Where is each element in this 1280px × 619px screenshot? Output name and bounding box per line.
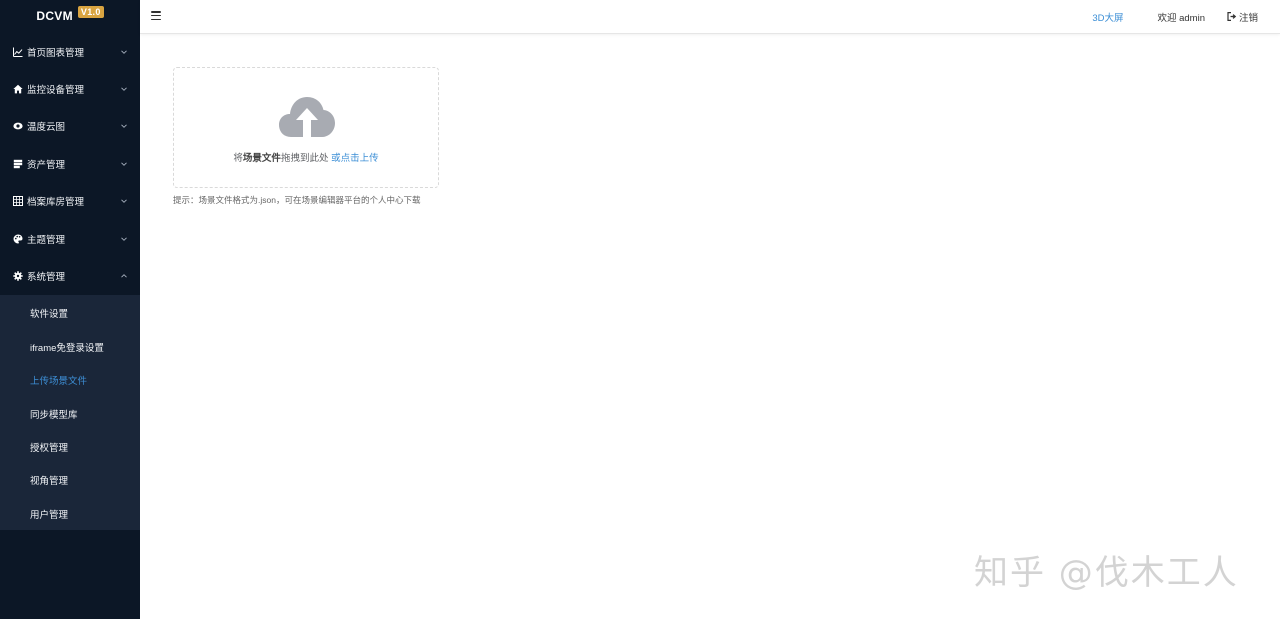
sidebar-item-label: 资产管理 — [27, 159, 66, 171]
sidebar-item-system[interactable]: 系统管理 — [0, 257, 140, 294]
logout-label: 注销 — [1238, 12, 1258, 24]
gear-icon — [13, 271, 23, 281]
upload-tip: 提示：场景文件格式为.json，可在场景编辑器平台的个人中心下载 — [173, 195, 421, 205]
submenu-item-software-settings[interactable]: 软件设置 — [0, 297, 140, 330]
upload-instruction: 将场景文件拖拽到此处 或点击上传 — [174, 150, 438, 164]
sidebar-item-label: 系统管理 — [27, 272, 66, 284]
submenu-item-license[interactable]: 授权管理 — [0, 430, 140, 463]
server-icon — [13, 159, 23, 169]
sidebar-item-label: 主题管理 — [27, 234, 66, 246]
chevron-up-icon — [121, 274, 127, 278]
sidebar: DCVM V1.0 首页图表管理 监控设备管理 温度云图 资产管理 档案库房管理… — [0, 0, 140, 619]
chevron-down-icon — [121, 237, 127, 241]
3d-screen-link[interactable]: 3D大屏 — [1092, 10, 1123, 24]
upload-text-middle: 拖拽到此处 — [280, 153, 332, 164]
home-icon — [13, 84, 23, 94]
palette-icon — [13, 234, 23, 244]
grid-icon — [13, 196, 23, 207]
submenu-item-sync-model-library[interactable]: 同步模型库 — [0, 397, 140, 430]
sidebar-menu: 首页图表管理 监控设备管理 温度云图 资产管理 档案库房管理 主题管理 系统管理… — [0, 33, 140, 531]
app-name: DCVM — [36, 9, 73, 23]
submenu-item-iframe-login[interactable]: iframe免登录设置 — [0, 330, 140, 363]
sidebar-item-theme[interactable]: 主题管理 — [0, 220, 140, 257]
watermark-text: 知乎 @伐木工人 — [974, 553, 1239, 593]
top-header: 3D大屏 欢迎 admin 注销 — [140, 0, 1280, 34]
sidebar-item-dashboard-charts[interactable]: 首页图表管理 — [0, 33, 140, 70]
chevron-down-icon — [121, 87, 127, 92]
logout-button[interactable]: 注销 — [1227, 10, 1258, 24]
scene-upload-dropzone[interactable]: 将场景文件拖拽到此处 或点击上传 — [173, 67, 439, 188]
app-logo[interactable]: DCVM V1.0 — [0, 0, 140, 32]
chevron-down-icon — [121, 124, 127, 129]
sidebar-item-label: 温度云图 — [27, 122, 66, 134]
chevron-down-icon — [121, 50, 127, 54]
sidebar-item-assets[interactable]: 资产管理 — [0, 145, 140, 182]
menu-toggle-icon[interactable] — [151, 11, 161, 21]
header-actions: 3D大屏 欢迎 admin 注销 — [1092, 0, 1258, 33]
submenu-item-upload-scene[interactable]: 上传场景文件 — [0, 364, 140, 397]
line-chart-icon — [13, 47, 23, 57]
submenu-item-users[interactable]: 用户管理 — [0, 497, 140, 530]
logout-icon — [1227, 12, 1237, 21]
chevron-down-icon — [121, 162, 127, 166]
welcome-text: 欢迎 admin — [1157, 12, 1205, 24]
upload-text-prefix: 将 — [233, 153, 243, 164]
sidebar-item-label: 监控设备管理 — [27, 85, 85, 97]
upload-text-emphasis: 场景文件 — [242, 153, 281, 164]
version-badge: V1.0 — [77, 6, 104, 18]
sidebar-item-archive-storage[interactable]: 档案库房管理 — [0, 183, 140, 220]
submenu-item-view-angle[interactable]: 视角管理 — [0, 464, 140, 497]
click-upload-link[interactable]: 或点击上传 — [331, 153, 379, 164]
sidebar-item-label: 档案库房管理 — [27, 197, 85, 209]
eye-icon — [13, 121, 23, 131]
cloud-upload-icon — [279, 97, 335, 137]
system-submenu: 软件设置 iframe免登录设置 上传场景文件 同步模型库 授权管理 视角管理 … — [0, 294, 140, 531]
sidebar-item-temperature-cloud[interactable]: 温度云图 — [0, 108, 140, 145]
sidebar-item-label: 首页图表管理 — [27, 47, 85, 59]
chevron-down-icon — [121, 199, 127, 204]
sidebar-item-monitor-devices[interactable]: 监控设备管理 — [0, 70, 140, 107]
